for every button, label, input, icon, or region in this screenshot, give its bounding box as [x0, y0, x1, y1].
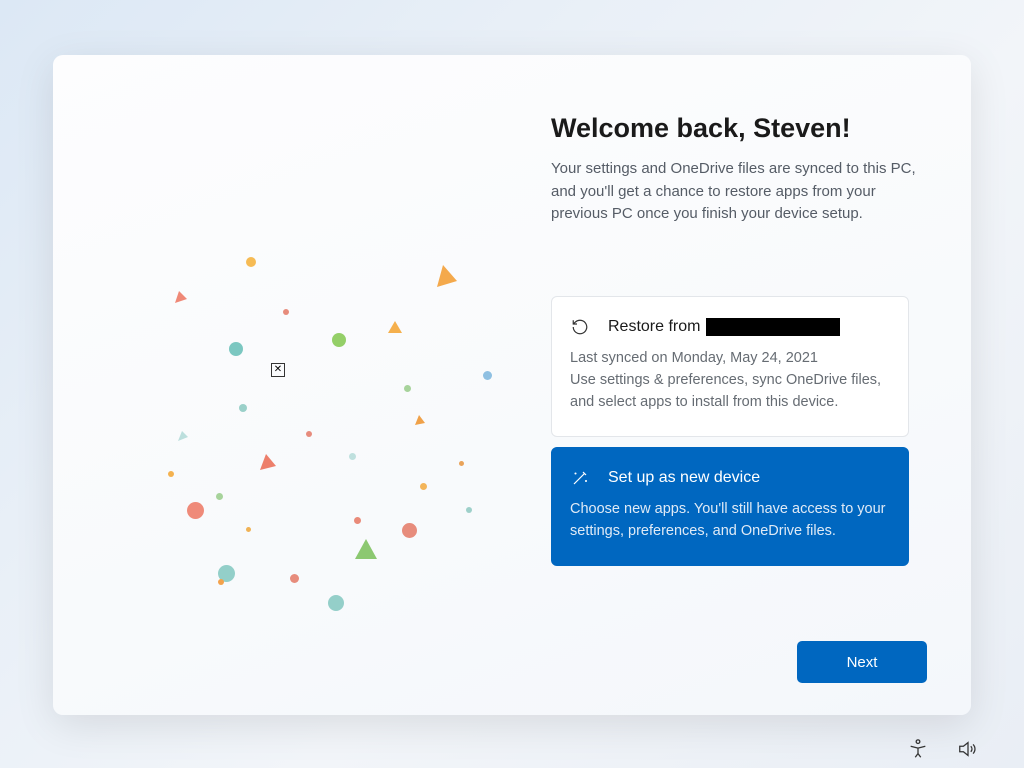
confetti-dot: [404, 385, 411, 392]
confetti-dot: [466, 507, 472, 513]
confetti-dot: [459, 461, 464, 466]
confetti-dot: [246, 257, 256, 267]
confetti-dot: [218, 579, 224, 585]
confetti-dot: [402, 523, 417, 538]
confetti-dot: [349, 453, 356, 460]
confetti-dot: [246, 527, 251, 532]
confetti-dot: [239, 404, 247, 412]
option-restore-desc: Use settings & preferences, sync OneDriv…: [570, 369, 888, 414]
illustration-pane: ✕: [53, 55, 513, 715]
confetti-triangle: [173, 289, 189, 305]
taskbar-icons: [907, 738, 979, 760]
confetti-triangle: [431, 263, 459, 291]
oobe-card: ✕ Welcome back, Steven! Your settings an…: [53, 55, 971, 715]
option-restore-synced: Last synced on Monday, May 24, 2021: [570, 347, 888, 369]
confetti-triangle: [355, 539, 377, 559]
confetti-triangle: [178, 431, 190, 443]
option-restore[interactable]: Restore from Last synced on Monday, May …: [551, 296, 909, 437]
confetti-dot: [332, 333, 346, 347]
image-placeholder-icon: ✕: [271, 363, 285, 377]
page-subtitle: Your settings and OneDrive files are syn…: [551, 158, 923, 226]
accessibility-icon[interactable]: [907, 738, 929, 760]
confetti-dot: [283, 309, 289, 315]
confetti-dot: [187, 502, 204, 519]
option-new-device[interactable]: Set up as new device Choose new apps. Yo…: [551, 447, 909, 566]
option-new-device-desc: Choose new apps. You'll still have acces…: [570, 498, 888, 543]
confetti-triangle: [415, 415, 427, 427]
confetti-dot: [420, 483, 427, 490]
option-restore-title: Restore from: [608, 318, 840, 336]
redacted-device-name: [706, 318, 840, 336]
confetti-dot: [290, 574, 299, 583]
restore-icon: [570, 317, 590, 337]
confetti-triangle: [258, 452, 278, 472]
volume-icon[interactable]: [957, 738, 979, 760]
confetti-dot: [216, 493, 223, 500]
wand-icon: [570, 468, 590, 488]
confetti-dot: [168, 471, 174, 477]
confetti-dot: [229, 342, 243, 356]
content-pane: Welcome back, Steven! Your settings and …: [513, 55, 971, 715]
page-title: Welcome back, Steven!: [551, 113, 923, 144]
next-button[interactable]: Next: [797, 641, 927, 683]
option-restore-title-prefix: Restore from: [608, 318, 700, 336]
confetti-dot: [306, 431, 312, 437]
confetti-triangle: [388, 321, 402, 333]
option-new-device-title: Set up as new device: [608, 469, 760, 487]
confetti-dot: [483, 371, 492, 380]
confetti-dot: [328, 595, 344, 611]
confetti-dot: [354, 517, 361, 524]
